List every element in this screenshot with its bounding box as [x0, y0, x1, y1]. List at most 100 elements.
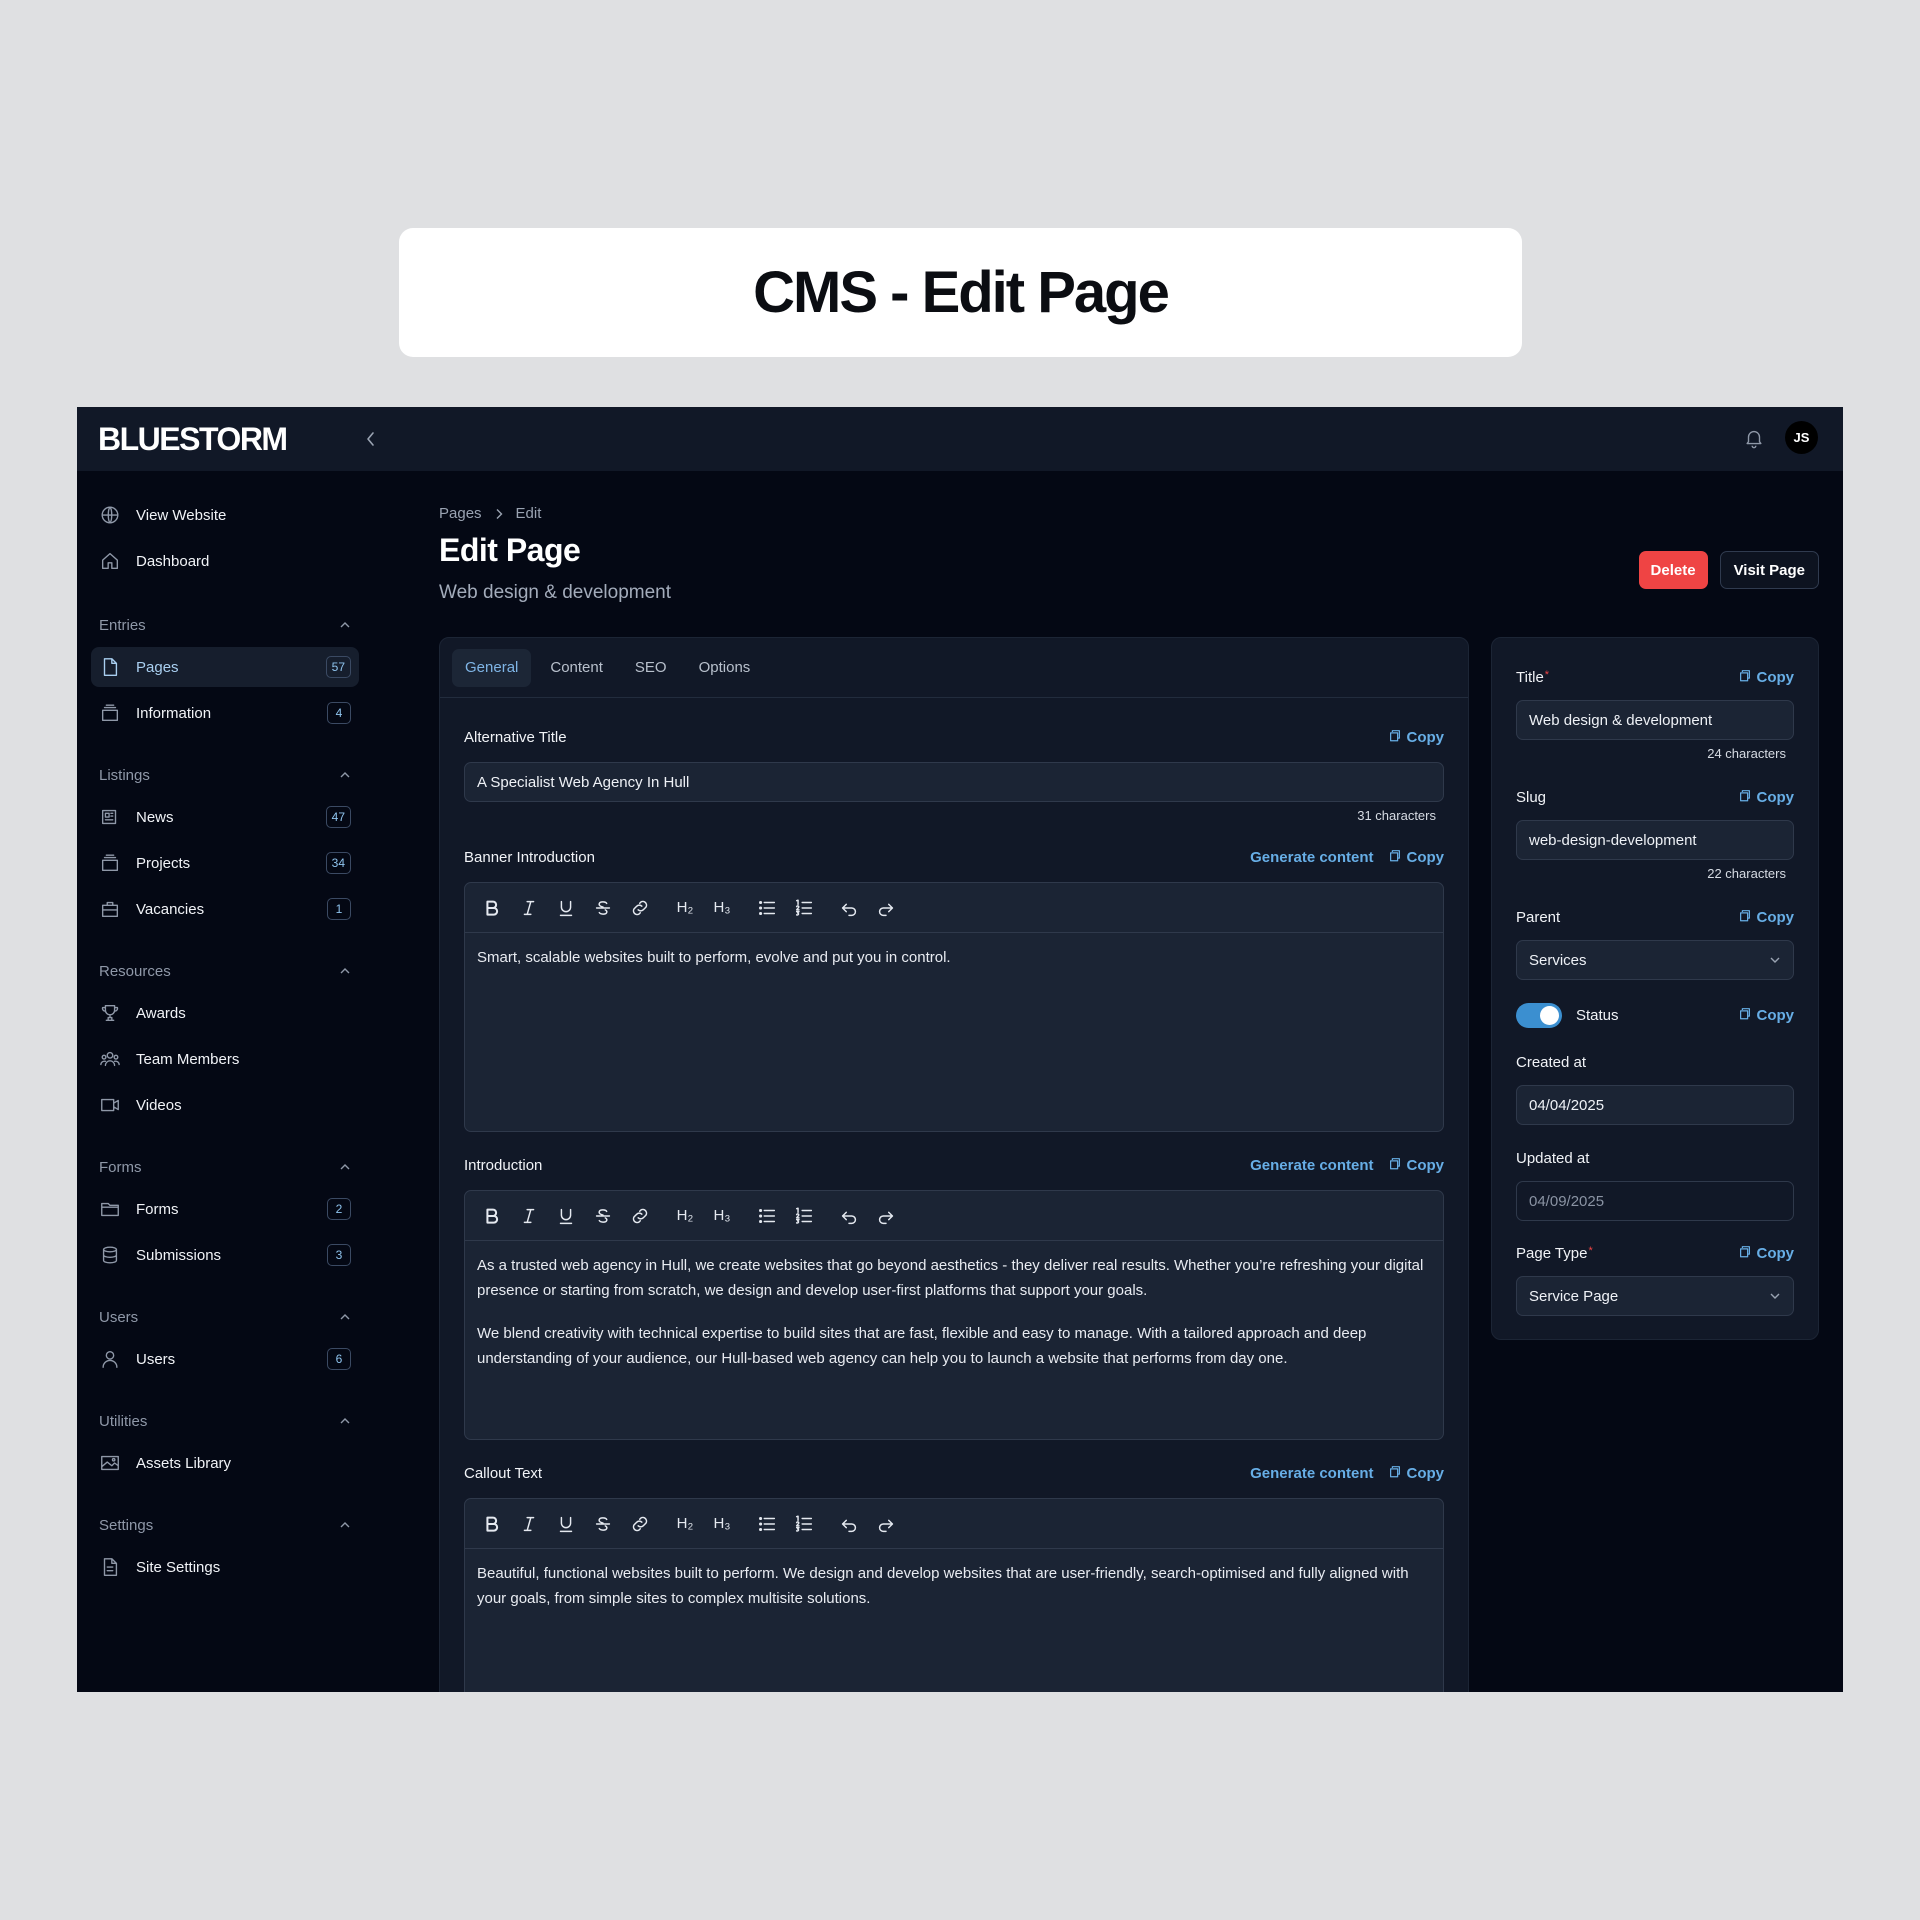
bullet-list-icon[interactable]: [752, 1509, 782, 1539]
parent-copy-button[interactable]: Copy: [1738, 908, 1794, 927]
strikethrough-icon[interactable]: [588, 1509, 618, 1539]
link-icon[interactable]: [625, 1509, 655, 1539]
sidebar-item-information[interactable]: Information 4: [91, 693, 359, 733]
ordered-list-icon[interactable]: [789, 1509, 819, 1539]
strikethrough-icon[interactable]: [588, 1201, 618, 1231]
sidebar-group-listings[interactable]: Listings: [91, 757, 359, 793]
sidebar-group-label: Entries: [99, 616, 146, 634]
slug-copy-button[interactable]: Copy: [1738, 788, 1794, 807]
sidebar-item-awards[interactable]: Awards: [91, 993, 359, 1033]
status-toggle[interactable]: [1516, 1002, 1562, 1028]
underline-icon[interactable]: [551, 1201, 581, 1231]
sidebar-group-forms[interactable]: Forms: [91, 1149, 359, 1185]
italic-icon[interactable]: [514, 1509, 544, 1539]
introduction-copy-button[interactable]: Copy: [1388, 1156, 1444, 1175]
ordered-list-icon[interactable]: [789, 1201, 819, 1231]
heading-3-icon[interactable]: H₃: [707, 1201, 737, 1231]
tab-general[interactable]: General: [452, 648, 532, 687]
undo-icon[interactable]: [834, 1201, 864, 1231]
italic-icon[interactable]: [514, 1201, 544, 1231]
visit-page-button[interactable]: Visit Page: [1719, 551, 1819, 589]
slug-input[interactable]: web-design-development: [1516, 820, 1794, 860]
sidebar-item-team-members[interactable]: Team Members: [91, 1039, 359, 1079]
sidebar-item-videos[interactable]: Videos: [91, 1085, 359, 1125]
page-type-select[interactable]: Service Page: [1516, 1276, 1794, 1316]
callout-text-copy-button[interactable]: Copy: [1388, 1464, 1444, 1483]
sidebar-item-vacancies[interactable]: Vacancies 1: [91, 889, 359, 929]
breadcrumb-pages[interactable]: Pages: [439, 505, 482, 522]
ordered-list-icon[interactable]: [789, 893, 819, 923]
notifications-button[interactable]: [1739, 423, 1769, 453]
sidebar-group-utilities[interactable]: Utilities: [91, 1403, 359, 1439]
banner-introduction-generate-button[interactable]: Generate content: [1250, 849, 1373, 866]
strikethrough-icon[interactable]: [588, 893, 618, 923]
undo-icon[interactable]: [834, 893, 864, 923]
sidebar-group-users[interactable]: Users: [91, 1299, 359, 1335]
underline-icon[interactable]: [551, 1509, 581, 1539]
tab-seo[interactable]: SEO: [622, 649, 680, 687]
editor-body[interactable]: Smart, scalable websites built to perfor…: [465, 933, 1443, 1131]
sidebar-group-settings[interactable]: Settings: [91, 1507, 359, 1543]
sidebar-item-news[interactable]: News 47: [91, 797, 359, 837]
callout-text-generate-button[interactable]: Generate content: [1250, 1465, 1373, 1482]
heading-3-icon[interactable]: H₃: [707, 893, 737, 923]
redo-icon[interactable]: [871, 1509, 901, 1539]
heading-2-icon[interactable]: H₂: [670, 893, 700, 923]
editor-paragraph: As a trusted web agency in Hull, we crea…: [477, 1257, 1424, 1299]
page-type-copy-button[interactable]: Copy: [1738, 1244, 1794, 1263]
heading-2-icon[interactable]: H₂: [670, 1509, 700, 1539]
required-marker: *: [1544, 668, 1550, 681]
italic-icon[interactable]: [514, 893, 544, 923]
sidebar-item-label: Videos: [136, 1096, 182, 1114]
alt-title-copy-button[interactable]: Copy: [1388, 728, 1444, 747]
sidebar-item-forms[interactable]: Forms 2: [91, 1189, 359, 1229]
parent-select[interactable]: Services: [1516, 940, 1794, 980]
sidebar-item-label: Pages: [136, 658, 179, 676]
bold-icon[interactable]: [477, 1509, 507, 1539]
sidebar-item-assets-library[interactable]: Assets Library: [91, 1443, 359, 1483]
sidebar-group-entries[interactable]: Entries: [91, 607, 359, 643]
introduction-generate-button[interactable]: Generate content: [1250, 1157, 1373, 1174]
sidebar-item-users[interactable]: Users 6: [91, 1339, 359, 1379]
editor-body[interactable]: Beautiful, functional websites built to …: [465, 1549, 1443, 1692]
sidebar-item-submissions[interactable]: Submissions 3: [91, 1235, 359, 1275]
sidebar-item-dashboard[interactable]: Dashboard: [91, 541, 359, 581]
status-copy-button[interactable]: Copy: [1738, 1006, 1794, 1025]
collapse-sidebar-button[interactable]: [357, 425, 385, 453]
title-copy-button[interactable]: Copy: [1738, 668, 1794, 687]
sidebar-item-projects[interactable]: Projects 34: [91, 843, 359, 883]
title-input[interactable]: Web design & development: [1516, 700, 1794, 740]
delete-button[interactable]: Delete: [1638, 551, 1708, 589]
tab-content[interactable]: Content: [537, 649, 616, 687]
bold-icon[interactable]: [477, 893, 507, 923]
underline-icon[interactable]: [551, 893, 581, 923]
introduction-editor[interactable]: H₂ H₃ As a trusted web agency in Hull, we …: [464, 1190, 1444, 1440]
sidebar-item-view-website[interactable]: View Website: [91, 495, 359, 535]
bold-icon[interactable]: [477, 1201, 507, 1231]
count-badge: 2: [327, 1198, 351, 1220]
sidebar-item-site-settings[interactable]: Site Settings: [91, 1547, 359, 1587]
sidebar-group-resources[interactable]: Resources: [91, 953, 359, 989]
heading-2-icon[interactable]: H₂: [670, 1201, 700, 1231]
callout-text-editor[interactable]: H₂ H₃ Beautiful, functional websites built…: [464, 1498, 1444, 1692]
undo-icon[interactable]: [834, 1509, 864, 1539]
logo[interactable]: BLUESTORM: [98, 421, 288, 458]
redo-icon[interactable]: [871, 893, 901, 923]
heading-3-icon[interactable]: H₃: [707, 1509, 737, 1539]
alt-title-input[interactable]: A Specialist Web Agency In Hull: [464, 762, 1444, 802]
page-subtitle: Web design & development: [439, 582, 672, 603]
banner-introduction-editor[interactable]: H₂ H₃ Smart, scalable websites built to pe…: [464, 882, 1444, 1132]
bullet-list-icon[interactable]: [752, 893, 782, 923]
redo-icon[interactable]: [871, 1201, 901, 1231]
slug-input-value: web-design-development: [1529, 831, 1697, 849]
link-icon[interactable]: [625, 1201, 655, 1231]
editor-body[interactable]: As a trusted web agency in Hull, we crea…: [465, 1241, 1443, 1439]
tab-options[interactable]: Options: [686, 649, 764, 687]
link-icon[interactable]: [625, 893, 655, 923]
avatar[interactable]: JS: [1785, 421, 1818, 454]
sidebar-item-label: Forms: [136, 1200, 179, 1218]
sidebar-item-pages[interactable]: Pages 57: [91, 647, 359, 687]
bullet-list-icon[interactable]: [752, 1201, 782, 1231]
created-at-input[interactable]: 04/04/2025: [1516, 1085, 1794, 1125]
banner-introduction-copy-button[interactable]: Copy: [1388, 848, 1444, 867]
